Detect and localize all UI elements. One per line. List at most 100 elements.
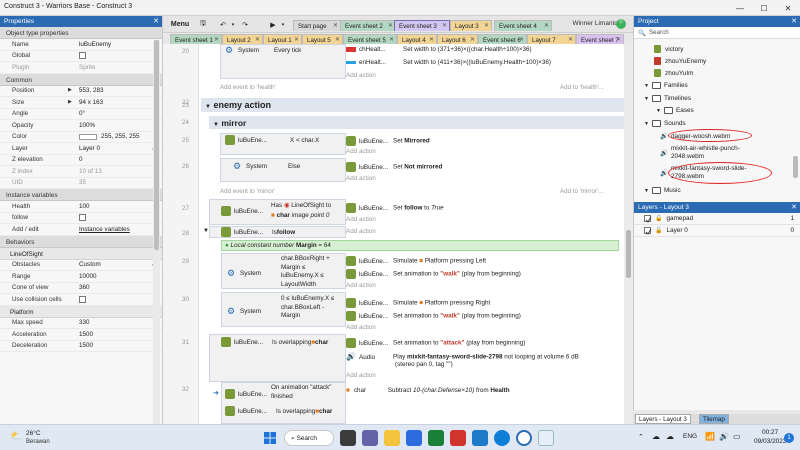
close-tab-icon[interactable]: ✕ [544, 22, 549, 29]
close-tab-icon[interactable]: ✕ [294, 36, 299, 43]
action-set-width-ch[interactable]: chHealt... Set width to (371+36)×((char.H… [346, 46, 532, 53]
close-tab-icon[interactable]: ✕ [616, 36, 621, 43]
prop-size[interactable]: ▶ Size 94 x 163 [0, 97, 162, 109]
prop-zelev[interactable]: Z elevation 0 [0, 155, 162, 166]
app-l-icon[interactable] [472, 430, 488, 446]
action-subtract-health[interactable]: ■ char Subtract 10-(char.Defense×10) from … [346, 387, 510, 394]
prop-name[interactable]: Name luBuEnemy [0, 39, 162, 51]
close-tab-icon[interactable]: ✕ [484, 22, 489, 29]
wps-icon[interactable] [450, 430, 466, 446]
action-animation-attack[interactable]: luBuEne... Set animation to "attack" (pla… [346, 338, 525, 348]
project-item[interactable]: ▼ Music [644, 187, 681, 194]
user-name[interactable]: Winner Limanto [572, 20, 618, 27]
notification-badge[interactable]: 1 [784, 433, 794, 443]
action-play-audio[interactable]: 🔊 Audio Play mixkit-fantasy-sword-slide-27… [346, 352, 579, 362]
project-item[interactable]: zhouYuIm [654, 69, 693, 77]
section-common[interactable]: Common [0, 73, 162, 86]
prop-follow[interactable]: follow [0, 213, 162, 224]
close-tab-icon[interactable]: ✕ [333, 22, 338, 29]
add-action-link[interactable]: Add action [346, 72, 376, 79]
weather-text[interactable]: Berawan [26, 439, 50, 445]
tab-tilemap[interactable]: Tilemap [699, 414, 729, 424]
project-item[interactable]: zhouYuEnemy [654, 57, 706, 65]
chrome-icon[interactable] [516, 430, 532, 446]
temperature[interactable]: 26°C [26, 430, 41, 437]
chevron-down-icon[interactable]: ▼ [656, 108, 661, 114]
close-icon[interactable]: ✕ [153, 17, 159, 25]
start-icon[interactable] [262, 430, 278, 446]
close-tab-icon[interactable]: ✕ [255, 36, 260, 43]
taskbar-search[interactable]: ⌕ Search [284, 430, 334, 446]
language-indicator[interactable]: ENG [683, 433, 697, 440]
project-item[interactable]: victory [654, 45, 683, 53]
prop-usecol[interactable]: Use collision cells [0, 294, 162, 306]
event-sheet[interactable]: 20 ⚙ System Every tick chHealt... Set wid… [163, 44, 624, 424]
taskview-icon[interactable] [340, 430, 356, 446]
close-tab-icon[interactable]: ✕ [389, 36, 394, 43]
prop-accel[interactable]: Acceleration 1500 [0, 329, 162, 341]
section-instance-vars[interactable]: Instance variables [0, 189, 162, 201]
follow-checkbox[interactable] [79, 214, 86, 222]
close-tab-icon[interactable]: ✕ [214, 36, 219, 43]
redo-icon[interactable]: ↷ [239, 18, 251, 31]
condition-is-follow[interactable]: luBuEne... Is follow [221, 227, 295, 237]
global-checkbox[interactable] [79, 52, 86, 60]
store-icon[interactable] [406, 430, 422, 446]
action-set-width-en[interactable]: enHealt... Set width to (411+36)×((luBuEn… [346, 59, 551, 66]
chevron-up-icon[interactable]: ⌃ [638, 433, 644, 441]
close-icon[interactable]: ✕ [791, 203, 797, 211]
behavior-lineofsight[interactable]: LineOfSight [0, 247, 162, 260]
close-tab-icon[interactable]: ✕ [442, 22, 447, 29]
prop-angle[interactable]: Angle 0° [0, 109, 162, 120]
xbox-icon[interactable] [428, 430, 444, 446]
condition-margin-range-right[interactable]: 0 ≤ luBuEnemy.X ≤ char.BBoxLeft - Margin [281, 295, 343, 321]
instance-variables-link[interactable]: Instance variables [79, 226, 162, 233]
condition-system-30[interactable]: ⚙ System [227, 306, 261, 316]
condition-los-text[interactable]: Has ◉ LineOfSight to [271, 202, 331, 209]
chevron-down-icon[interactable]: ▼ [644, 121, 649, 127]
visible-checkbox[interactable] [644, 227, 652, 235]
action-simulate-left[interactable]: luBuEne... Simulate ■ Platform pressing L… [346, 256, 486, 266]
lock-icon[interactable]: 🔓 [655, 227, 662, 234]
construct-icon[interactable] [538, 430, 554, 446]
action-set-mirrored[interactable]: luBuEne... Set Mirrored [346, 136, 430, 146]
add-event-mirror[interactable]: Add event to 'mirror' [220, 188, 275, 195]
menu-button[interactable]: Menu [167, 18, 193, 31]
onedrive-icon[interactable]: ☁ [666, 432, 674, 441]
condition-animation-finished[interactable]: On animation "attack" finished [271, 384, 343, 401]
prop-decel[interactable]: Deceleration 1500 [0, 341, 162, 352]
prop-cone[interactable]: Cone of view 360 [0, 283, 162, 294]
action-simulate-right[interactable]: luBuEne... Simulate ■ Platform pressing R… [346, 298, 490, 308]
prop-opacity[interactable]: Opacity 100% [0, 120, 162, 132]
add-to-mirror[interactable]: Add to 'mirror'... [560, 188, 603, 195]
chevron-down-icon[interactable]: ▾ [279, 18, 287, 31]
visible-checkbox[interactable] [644, 215, 652, 223]
prop-global[interactable]: Global [0, 51, 162, 62]
behavior-platform[interactable]: Platform [0, 305, 162, 318]
close-tab-icon[interactable]: ✕ [388, 22, 393, 29]
chevron-down-icon[interactable]: ▼ [644, 188, 649, 194]
close-tab-icon[interactable]: ✕ [519, 36, 524, 43]
play-icon[interactable]: ▶ [267, 18, 279, 31]
close-button[interactable]: ✕ [776, 0, 800, 16]
section-behaviors[interactable]: Behaviors [0, 235, 162, 248]
prop-position[interactable]: ▶ Position 553, 283 [0, 86, 162, 97]
condition-every-tick[interactable]: ⚙ System Every tick [225, 45, 301, 55]
tab-event-sheet-3[interactable]: Event sheet 3 ✕ [394, 20, 450, 31]
add-action-link[interactable]: Add action [346, 148, 376, 155]
project-item[interactable]: ▼ Timelines [644, 95, 691, 102]
minimize-button[interactable]: — [728, 0, 752, 16]
prop-obstacles[interactable]: ObstaclesCustom⌄ [0, 260, 162, 271]
undo-icon[interactable]: ↶ [217, 18, 229, 31]
add-event-health[interactable]: Add event to 'health' [220, 84, 276, 91]
battery-icon[interactable]: ▭ [733, 432, 741, 441]
group-mirror[interactable]: ▼ mirror [209, 116, 624, 129]
add-action-link[interactable]: Add action [346, 372, 376, 379]
usecol-checkbox[interactable] [79, 295, 86, 303]
project-item[interactable]: ▼ Eases [656, 107, 694, 114]
event-sheet-scrollbar[interactable] [624, 44, 633, 424]
prop-addedit[interactable]: Add / edit Instance variables [0, 224, 162, 236]
chevron-down-icon[interactable]: ▼ [644, 96, 649, 102]
condition-overlapping[interactable]: luBuEne... Is overlapping ■ char [221, 337, 328, 347]
prop-color[interactable]: Color 255, 255, 255 [0, 132, 162, 143]
